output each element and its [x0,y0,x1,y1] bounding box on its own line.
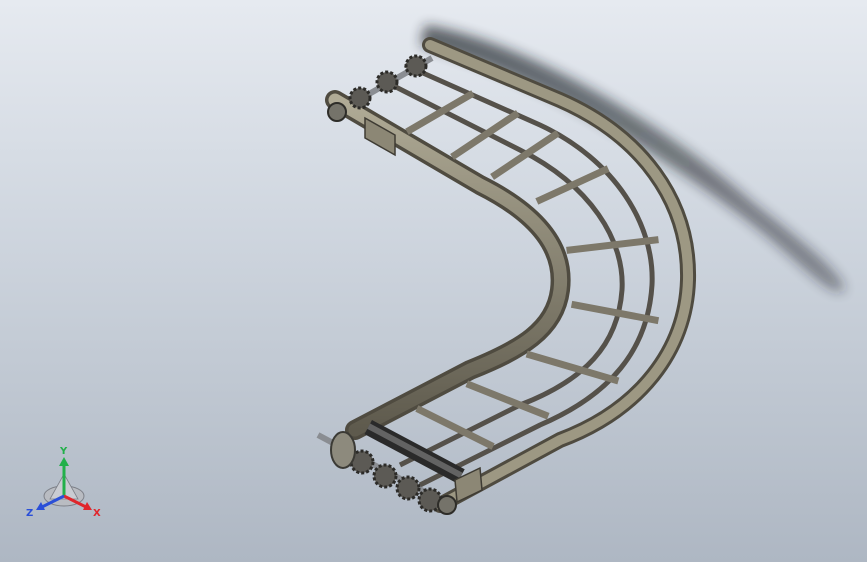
bearing-end-icon [327,102,347,122]
z-axis-label: Z [26,508,33,519]
sprocket-icon [375,70,399,94]
end-plate-icon [330,431,356,469]
x-axis-label: X [93,508,101,519]
sprocket-icon [404,54,428,78]
top-drive-shaft [327,54,434,122]
reference-triad: Y Z X [26,446,101,519]
sprocket-icon [395,475,421,501]
y-axis-label: Y [59,446,68,457]
sprocket-icon [348,86,372,110]
graphics-viewport[interactable]: Y Z X [0,0,867,562]
conveyor-model-icon[interactable] [0,0,867,562]
bearing-end-icon [437,495,457,515]
sprocket-icon [372,463,398,489]
